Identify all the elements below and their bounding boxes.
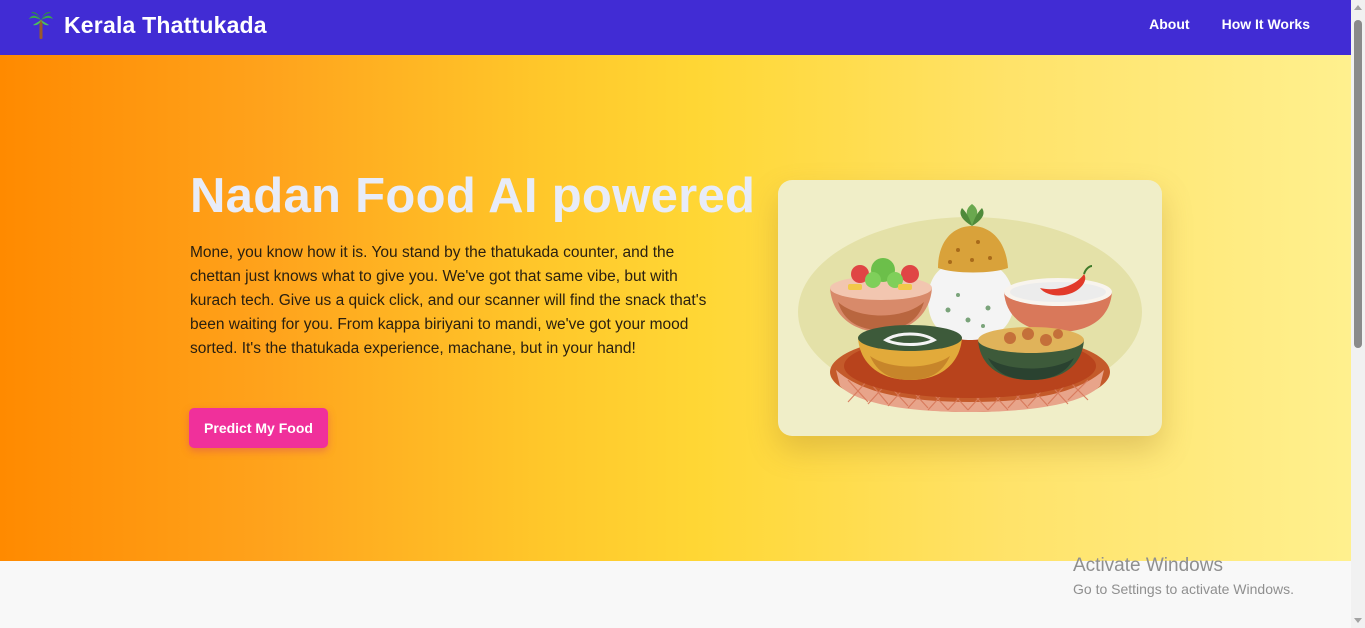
hero-description: Mone, you know how it is. You stand by t…: [190, 244, 707, 357]
scroll-thumb[interactable]: [1354, 20, 1362, 348]
nav-link-about[interactable]: About: [1149, 16, 1189, 32]
watermark-subtitle: Go to Settings to activate Windows.: [1073, 581, 1294, 597]
nav-links: About How It Works: [1149, 16, 1310, 32]
predict-my-food-button[interactable]: Predict My Food: [189, 408, 328, 448]
kerala-thali-illustration: [798, 204, 1142, 412]
scroll-up-arrow-icon[interactable]: [1354, 5, 1362, 10]
navbar: Kerala Thattukada About How It Works: [0, 0, 1351, 55]
brand[interactable]: Kerala Thattukada: [28, 10, 267, 40]
nav-link-how-it-works[interactable]: How It Works: [1222, 16, 1310, 32]
brand-name: Kerala Thattukada: [64, 11, 267, 38]
palm-tree-icon: [29, 12, 53, 39]
windows-activation-watermark: Activate Windows Go to Settings to activ…: [1073, 555, 1294, 597]
hero-title: Nadan Food AI powered: [190, 169, 756, 223]
hero-section: Nadan Food AI powered Mone, you know how…: [0, 55, 1351, 561]
scroll-down-arrow-icon[interactable]: [1354, 618, 1362, 623]
page-scrollbar[interactable]: [1351, 0, 1365, 628]
food-image-card: [778, 180, 1162, 436]
watermark-title: Activate Windows: [1073, 555, 1223, 576]
